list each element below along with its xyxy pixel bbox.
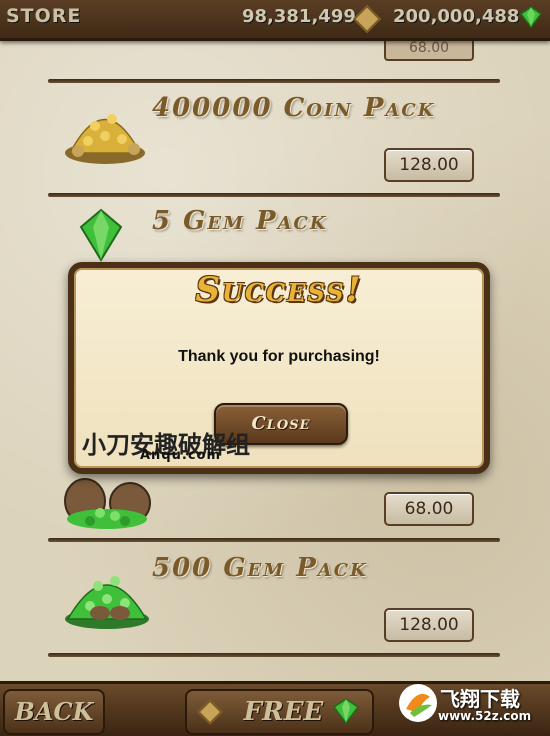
gem-icon	[520, 6, 542, 28]
watermark-logo-icon	[399, 684, 437, 722]
coin-count: 98,381,499	[242, 6, 356, 27]
dialog-title: Success!	[195, 270, 363, 310]
back-button[interactable]: BACK	[3, 689, 105, 735]
top-bar: STORE 98,381,499 200,000,488	[0, 0, 550, 41]
coin-diamond-icon	[352, 4, 382, 34]
divider	[48, 538, 500, 542]
partial-price-button[interactable]: 68.00	[384, 41, 474, 61]
free-diamond-icon	[197, 699, 223, 725]
price-button-coin-pack[interactable]: 128.00	[384, 148, 474, 182]
free-label: FREE	[243, 697, 324, 727]
coin-pile-icon	[65, 114, 145, 164]
store-title: STORE	[6, 5, 82, 27]
price-button-gem-pack-mid[interactable]: 68.00	[384, 492, 474, 526]
item-name-gem-pack-500: 500 Gem Pack	[152, 553, 368, 583]
gem-pack-icon	[79, 208, 123, 262]
watermark-right: 飞翔下载	[440, 687, 520, 711]
watermark-left-sub: Anqu.com	[140, 448, 221, 463]
gem-pile-icon	[65, 576, 149, 629]
divider	[48, 79, 500, 83]
item-name-gem-pack-5: 5 Gem Pack	[152, 206, 328, 236]
dialog-message: Thank you for purchasing!	[178, 348, 380, 365]
item-name-coin-pack: 400000 Coin Pack	[152, 93, 436, 123]
divider	[48, 653, 500, 657]
divider	[48, 193, 500, 197]
free-gem-icon	[333, 698, 359, 724]
watermark-right-sub: www.52z.com	[438, 709, 532, 723]
free-button[interactable]: FREE	[185, 689, 374, 735]
gem-count: 200,000,488	[393, 6, 520, 27]
price-button-gem-pack-500[interactable]: 128.00	[384, 608, 474, 642]
